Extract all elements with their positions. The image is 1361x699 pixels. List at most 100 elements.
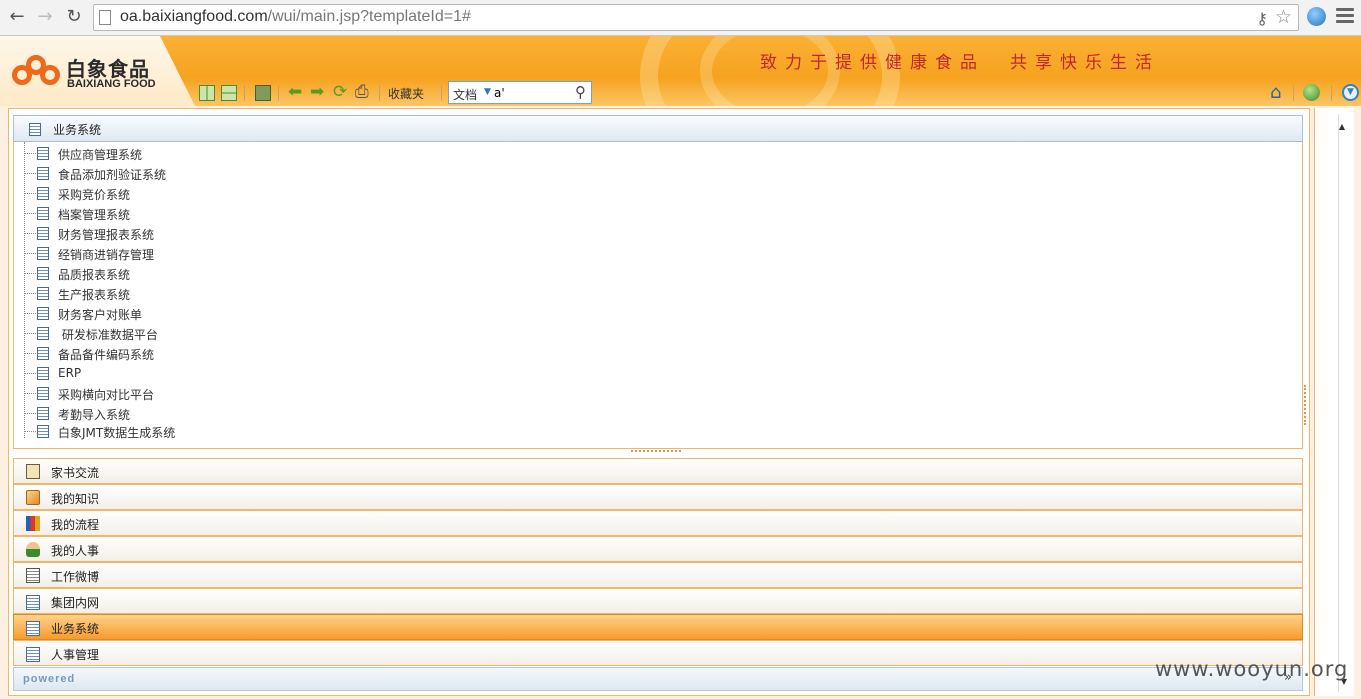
tree-item[interactable]: 供应商管理系统 — [14, 144, 414, 164]
address-bar[interactable]: oa.baixiangfood.com/wui/main.jsp?templat… — [93, 4, 1299, 31]
tree-item-label[interactable]: 财务管理报表系统 — [58, 226, 154, 243]
tree-connector — [24, 213, 36, 214]
key-icon[interactable]: ⚷ — [1256, 9, 1268, 28]
tree-item[interactable]: 食品添加剂验证系统 — [14, 164, 414, 184]
favorites-menu[interactable]: 收藏夹 — [388, 85, 424, 102]
window-icon[interactable] — [255, 85, 271, 101]
document-icon — [37, 307, 49, 320]
scrollbar[interactable]: ▲ ▼ — [1338, 114, 1352, 692]
document-icon — [26, 647, 40, 662]
accordion-label: 工作微博 — [51, 570, 100, 584]
tree-item-label[interactable]: 采购竞价系统 — [58, 186, 130, 203]
tree-item-label[interactable]: 经销商进销存管理 — [58, 246, 154, 263]
url-host: oa.baixiangfood.com — [120, 8, 268, 25]
system-tree: 供应商管理系统 食品添加剂验证系统 采购竞价系统 档案管理系统 财务管理报表系统… — [13, 142, 1303, 449]
tree-item[interactable]: 财务客户对账单 — [14, 304, 414, 324]
tree-item-label[interactable]: 品质报表系统 — [58, 266, 130, 283]
tree-item[interactable]: 采购横向对比平台 — [14, 384, 414, 404]
tree-item-label[interactable]: 生产报表系统 — [58, 286, 130, 303]
tree-item-label[interactable]: 研发标准数据平台 — [58, 326, 158, 343]
tree-item[interactable]: ERP — [14, 364, 414, 384]
tree-item-label[interactable]: 白象JMT数据生成系统 — [58, 424, 175, 441]
tree-item[interactable]: 财务管理报表系统 — [14, 224, 414, 244]
back-arrow-icon[interactable]: ⬅ — [288, 83, 302, 101]
layout-columns-icon[interactable] — [199, 85, 215, 101]
document-icon — [37, 147, 49, 160]
search-input[interactable] — [494, 85, 564, 101]
tree-item-label[interactable]: ERP — [58, 366, 81, 380]
tree-item[interactable]: 品质报表系统 — [14, 264, 414, 284]
accordion-item[interactable]: 工作微博 — [13, 562, 1303, 588]
reload-button[interactable]: ↻ — [63, 6, 85, 28]
layout-rows-icon[interactable] — [221, 85, 237, 101]
document-icon — [37, 425, 49, 438]
browser-toolbar: ← → ↻ oa.baixiangfood.com/wui/main.jsp?t… — [0, 0, 1361, 36]
panel-header[interactable]: 业务系统 — [13, 115, 1303, 142]
print-icon[interactable]: ⎙ — [355, 83, 369, 101]
accordion-item[interactable]: 人事管理 — [13, 640, 1303, 666]
search-icon[interactable]: ⚲ — [575, 83, 586, 101]
tree-item-label[interactable]: 财务客户对账单 — [58, 306, 142, 323]
document-icon — [26, 621, 40, 636]
powered-label: powered — [23, 673, 76, 685]
document-icon — [37, 207, 49, 220]
document-icon — [29, 123, 41, 136]
tree-item-label[interactable]: 采购横向对比平台 — [58, 386, 154, 403]
chevron-down-icon[interactable]: ▼ — [484, 87, 491, 97]
accordion-item[interactable]: 家书交流 — [13, 458, 1303, 484]
toolbar-divider — [379, 85, 380, 101]
search-box: 文档 ▼ ⚲ — [448, 81, 592, 104]
watermark: www.wooyun.org — [1155, 657, 1349, 681]
accordion-item[interactable]: 集团内网 — [13, 588, 1303, 614]
accordion-item[interactable]: 我的流程 — [13, 510, 1303, 536]
document-icon — [37, 347, 49, 360]
tree-item-label[interactable]: 档案管理系统 — [58, 206, 130, 223]
document-icon — [37, 227, 49, 240]
forward-button[interactable]: → — [34, 6, 56, 28]
collapse-icon[interactable]: ▼ — [1342, 84, 1359, 101]
tree-item[interactable]: 档案管理系统 — [14, 204, 414, 224]
back-button[interactable]: ← — [6, 6, 28, 28]
accordion-label: 我的知识 — [51, 492, 100, 506]
tree-connector — [24, 193, 36, 194]
microblog-icon — [26, 568, 40, 583]
accordion-label: 我的人事 — [51, 544, 100, 558]
tree-connector — [24, 333, 36, 334]
tree-item-label[interactable]: 供应商管理系统 — [58, 146, 142, 163]
globe-icon[interactable] — [1307, 7, 1326, 26]
tree-item-label[interactable]: 食品添加剂验证系统 — [58, 166, 166, 183]
accordion-item[interactable]: 我的知识 — [13, 484, 1303, 510]
bookmark-star-icon[interactable]: ☆ — [1275, 6, 1292, 28]
document-icon — [37, 267, 49, 280]
scroll-up-icon[interactable]: ▲ — [1339, 122, 1345, 131]
document-icon — [37, 387, 49, 400]
tree-item[interactable]: 研发标准数据平台 — [14, 324, 414, 344]
tree-item-label[interactable]: 备品备件编码系统 — [58, 346, 154, 363]
refresh-icon[interactable]: ⟳ — [333, 83, 347, 101]
home-icon[interactable]: ⌂ — [1270, 82, 1281, 103]
tree-connector — [24, 413, 36, 414]
forward-arrow-icon[interactable]: ➡ — [310, 83, 324, 101]
accordion-item-active[interactable]: 业务系统 — [13, 614, 1303, 640]
tree-item[interactable]: 经销商进销存管理 — [14, 244, 414, 264]
tree-item[interactable]: 备品备件编码系统 — [14, 344, 414, 364]
toolbar-divider — [441, 85, 442, 101]
search-category[interactable]: 文档 — [453, 86, 477, 103]
accordion-item[interactable]: 我的人事 — [13, 536, 1303, 562]
document-icon — [37, 367, 49, 380]
horizontal-splitter[interactable] — [631, 450, 681, 456]
tree-item[interactable]: 采购竞价系统 — [14, 184, 414, 204]
tree-item-label[interactable]: 考勤导入系统 — [58, 406, 130, 423]
earth-icon[interactable] — [1303, 84, 1320, 101]
toolbar-divider — [1331, 85, 1332, 101]
vertical-splitter[interactable] — [1304, 385, 1308, 425]
browser-menu-icon[interactable] — [1336, 8, 1354, 24]
panel-title: 业务系统 — [53, 123, 102, 137]
accordion-label: 集团内网 — [51, 596, 100, 610]
tree-item[interactable]: 白象JMT数据生成系统 — [14, 422, 414, 442]
accordion-label: 我的流程 — [51, 518, 100, 532]
tree-item[interactable]: 生产报表系统 — [14, 284, 414, 304]
page-icon — [99, 10, 111, 25]
tree-item[interactable]: 考勤导入系统 — [14, 404, 414, 424]
address-url[interactable]: oa.baixiangfood.com/wui/main.jsp?templat… — [120, 8, 471, 26]
